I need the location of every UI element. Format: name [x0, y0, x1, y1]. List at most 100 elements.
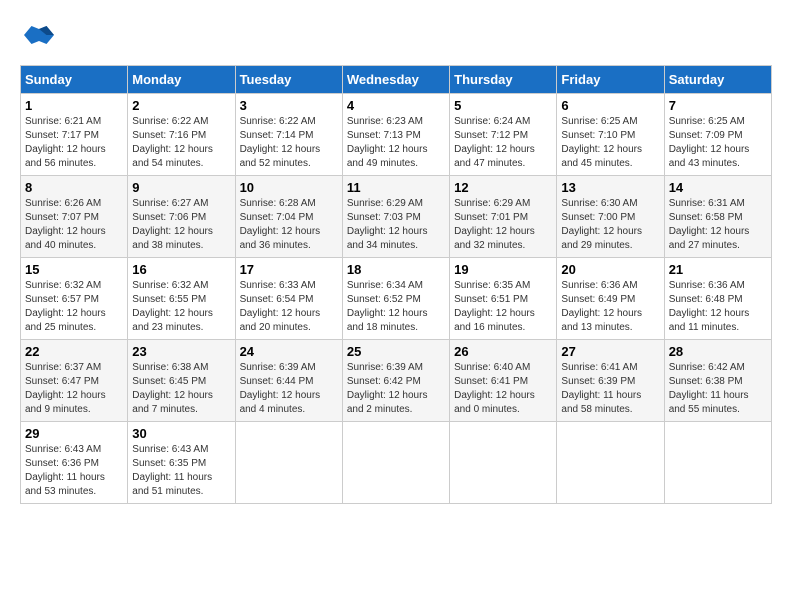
header: [20, 20, 772, 55]
day-info: Sunrise: 6:41 AMSunset: 6:39 PMDaylight:…: [561, 362, 641, 415]
day-number: 24: [240, 344, 338, 359]
calendar-cell: 16 Sunrise: 6:32 AMSunset: 6:55 PMDaylig…: [128, 258, 235, 340]
day-number: 26: [454, 344, 552, 359]
calendar-cell: 3 Sunrise: 6:22 AMSunset: 7:14 PMDayligh…: [235, 94, 342, 176]
calendar-cell: [235, 422, 342, 504]
day-number: 27: [561, 344, 659, 359]
day-info: Sunrise: 6:25 AMSunset: 7:09 PMDaylight:…: [669, 116, 750, 169]
calendar-cell: 14 Sunrise: 6:31 AMSunset: 6:58 PMDaylig…: [664, 176, 771, 258]
day-number: 11: [347, 180, 445, 195]
calendar-cell: 8 Sunrise: 6:26 AMSunset: 7:07 PMDayligh…: [21, 176, 128, 258]
calendar-cell: 24 Sunrise: 6:39 AMSunset: 6:44 PMDaylig…: [235, 340, 342, 422]
calendar-cell: 6 Sunrise: 6:25 AMSunset: 7:10 PMDayligh…: [557, 94, 664, 176]
day-number: 17: [240, 262, 338, 277]
calendar-week-row: 1 Sunrise: 6:21 AMSunset: 7:17 PMDayligh…: [21, 94, 772, 176]
calendar-cell: 13 Sunrise: 6:30 AMSunset: 7:00 PMDaylig…: [557, 176, 664, 258]
day-number: 28: [669, 344, 767, 359]
calendar-week-row: 15 Sunrise: 6:32 AMSunset: 6:57 PMDaylig…: [21, 258, 772, 340]
day-info: Sunrise: 6:25 AMSunset: 7:10 PMDaylight:…: [561, 116, 642, 169]
day-info: Sunrise: 6:38 AMSunset: 6:45 PMDaylight:…: [132, 362, 213, 415]
day-info: Sunrise: 6:35 AMSunset: 6:51 PMDaylight:…: [454, 280, 535, 333]
day-number: 16: [132, 262, 230, 277]
day-info: Sunrise: 6:29 AMSunset: 7:03 PMDaylight:…: [347, 198, 428, 251]
day-number: 2: [132, 98, 230, 113]
day-number: 6: [561, 98, 659, 113]
day-info: Sunrise: 6:34 AMSunset: 6:52 PMDaylight:…: [347, 280, 428, 333]
calendar: SundayMondayTuesdayWednesdayThursdayFrid…: [20, 65, 772, 504]
day-of-week-header: Wednesday: [342, 66, 449, 94]
calendar-cell: 28 Sunrise: 6:42 AMSunset: 6:38 PMDaylig…: [664, 340, 771, 422]
calendar-cell: [664, 422, 771, 504]
calendar-week-row: 29 Sunrise: 6:43 AMSunset: 6:36 PMDaylig…: [21, 422, 772, 504]
calendar-cell: 15 Sunrise: 6:32 AMSunset: 6:57 PMDaylig…: [21, 258, 128, 340]
day-info: Sunrise: 6:28 AMSunset: 7:04 PMDaylight:…: [240, 198, 321, 251]
day-number: 3: [240, 98, 338, 113]
day-info: Sunrise: 6:33 AMSunset: 6:54 PMDaylight:…: [240, 280, 321, 333]
calendar-cell: 19 Sunrise: 6:35 AMSunset: 6:51 PMDaylig…: [450, 258, 557, 340]
day-number: 21: [669, 262, 767, 277]
calendar-cell: 2 Sunrise: 6:22 AMSunset: 7:16 PMDayligh…: [128, 94, 235, 176]
day-number: 7: [669, 98, 767, 113]
day-number: 20: [561, 262, 659, 277]
day-of-week-header: Sunday: [21, 66, 128, 94]
calendar-cell: 4 Sunrise: 6:23 AMSunset: 7:13 PMDayligh…: [342, 94, 449, 176]
day-info: Sunrise: 6:32 AMSunset: 6:57 PMDaylight:…: [25, 280, 106, 333]
calendar-cell: 21 Sunrise: 6:36 AMSunset: 6:48 PMDaylig…: [664, 258, 771, 340]
day-number: 12: [454, 180, 552, 195]
day-of-week-header: Tuesday: [235, 66, 342, 94]
calendar-cell: [450, 422, 557, 504]
day-of-week-header: Monday: [128, 66, 235, 94]
calendar-cell: 17 Sunrise: 6:33 AMSunset: 6:54 PMDaylig…: [235, 258, 342, 340]
day-info: Sunrise: 6:21 AMSunset: 7:17 PMDaylight:…: [25, 116, 106, 169]
day-info: Sunrise: 6:42 AMSunset: 6:38 PMDaylight:…: [669, 362, 749, 415]
day-number: 9: [132, 180, 230, 195]
calendar-week-row: 22 Sunrise: 6:37 AMSunset: 6:47 PMDaylig…: [21, 340, 772, 422]
calendar-cell: 20 Sunrise: 6:36 AMSunset: 6:49 PMDaylig…: [557, 258, 664, 340]
day-info: Sunrise: 6:32 AMSunset: 6:55 PMDaylight:…: [132, 280, 213, 333]
calendar-cell: 18 Sunrise: 6:34 AMSunset: 6:52 PMDaylig…: [342, 258, 449, 340]
logo: [20, 20, 54, 55]
day-info: Sunrise: 6:43 AMSunset: 6:35 PMDaylight:…: [132, 444, 212, 497]
day-number: 30: [132, 426, 230, 441]
calendar-cell: [342, 422, 449, 504]
calendar-cell: 7 Sunrise: 6:25 AMSunset: 7:09 PMDayligh…: [664, 94, 771, 176]
calendar-cell: [557, 422, 664, 504]
calendar-cell: 22 Sunrise: 6:37 AMSunset: 6:47 PMDaylig…: [21, 340, 128, 422]
day-number: 23: [132, 344, 230, 359]
day-info: Sunrise: 6:36 AMSunset: 6:48 PMDaylight:…: [669, 280, 750, 333]
day-number: 18: [347, 262, 445, 277]
day-info: Sunrise: 6:29 AMSunset: 7:01 PMDaylight:…: [454, 198, 535, 251]
logo-icon: [24, 20, 54, 50]
day-number: 22: [25, 344, 123, 359]
day-number: 4: [347, 98, 445, 113]
day-info: Sunrise: 6:22 AMSunset: 7:16 PMDaylight:…: [132, 116, 213, 169]
day-of-week-header: Thursday: [450, 66, 557, 94]
day-info: Sunrise: 6:36 AMSunset: 6:49 PMDaylight:…: [561, 280, 642, 333]
day-info: Sunrise: 6:39 AMSunset: 6:44 PMDaylight:…: [240, 362, 321, 415]
day-of-week-header: Friday: [557, 66, 664, 94]
calendar-cell: 27 Sunrise: 6:41 AMSunset: 6:39 PMDaylig…: [557, 340, 664, 422]
calendar-cell: 26 Sunrise: 6:40 AMSunset: 6:41 PMDaylig…: [450, 340, 557, 422]
day-info: Sunrise: 6:26 AMSunset: 7:07 PMDaylight:…: [25, 198, 106, 251]
day-number: 19: [454, 262, 552, 277]
calendar-cell: 25 Sunrise: 6:39 AMSunset: 6:42 PMDaylig…: [342, 340, 449, 422]
day-of-week-header: Saturday: [664, 66, 771, 94]
day-info: Sunrise: 6:30 AMSunset: 7:00 PMDaylight:…: [561, 198, 642, 251]
day-info: Sunrise: 6:31 AMSunset: 6:58 PMDaylight:…: [669, 198, 750, 251]
day-info: Sunrise: 6:40 AMSunset: 6:41 PMDaylight:…: [454, 362, 535, 415]
day-info: Sunrise: 6:22 AMSunset: 7:14 PMDaylight:…: [240, 116, 321, 169]
day-info: Sunrise: 6:24 AMSunset: 7:12 PMDaylight:…: [454, 116, 535, 169]
day-info: Sunrise: 6:39 AMSunset: 6:42 PMDaylight:…: [347, 362, 428, 415]
day-number: 1: [25, 98, 123, 113]
day-number: 10: [240, 180, 338, 195]
calendar-cell: 30 Sunrise: 6:43 AMSunset: 6:35 PMDaylig…: [128, 422, 235, 504]
day-number: 13: [561, 180, 659, 195]
calendar-cell: 23 Sunrise: 6:38 AMSunset: 6:45 PMDaylig…: [128, 340, 235, 422]
day-info: Sunrise: 6:43 AMSunset: 6:36 PMDaylight:…: [25, 444, 105, 497]
day-number: 5: [454, 98, 552, 113]
day-number: 14: [669, 180, 767, 195]
calendar-cell: 29 Sunrise: 6:43 AMSunset: 6:36 PMDaylig…: [21, 422, 128, 504]
day-info: Sunrise: 6:27 AMSunset: 7:06 PMDaylight:…: [132, 198, 213, 251]
calendar-header-row: SundayMondayTuesdayWednesdayThursdayFrid…: [21, 66, 772, 94]
calendar-cell: 10 Sunrise: 6:28 AMSunset: 7:04 PMDaylig…: [235, 176, 342, 258]
